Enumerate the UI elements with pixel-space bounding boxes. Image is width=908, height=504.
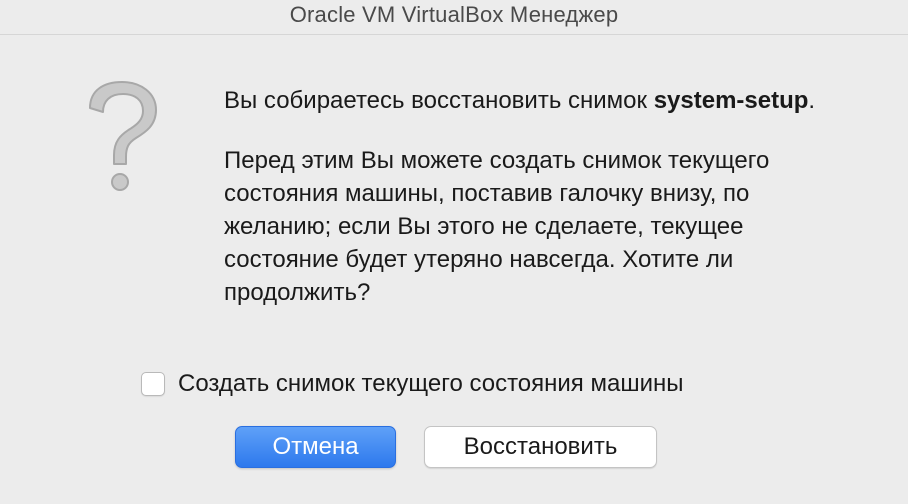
- cancel-button[interactable]: Отмена: [235, 426, 396, 468]
- message-suffix: .: [808, 87, 816, 114]
- title-bar[interactable]: Oracle VM VirtualBox Менеджер: [0, 0, 908, 35]
- message-line-restore: Вы собираетесь восстановить снимок syste…: [224, 84, 844, 117]
- create-snapshot-checkbox[interactable]: [141, 372, 165, 396]
- restore-button[interactable]: Восстановить: [424, 426, 657, 468]
- dialog-window: Oracle VM VirtualBox Менеджер Вы собирае…: [0, 0, 908, 504]
- dialog-message: Вы собираетесь восстановить снимок syste…: [224, 84, 844, 309]
- question-icon: [89, 81, 157, 191]
- message-prefix: Вы собираетесь восстановить снимок: [224, 87, 654, 114]
- snapshot-name: system-setup: [653, 87, 809, 114]
- window-title: Oracle VM VirtualBox Менеджер: [289, 2, 619, 27]
- create-snapshot-label[interactable]: Создать снимок текущего состояния машины: [178, 370, 683, 398]
- create-snapshot-option[interactable]: Создать снимок текущего состояния машины: [141, 370, 683, 398]
- message-line-details: Перед этим Вы можете создать снимок теку…: [224, 147, 770, 306]
